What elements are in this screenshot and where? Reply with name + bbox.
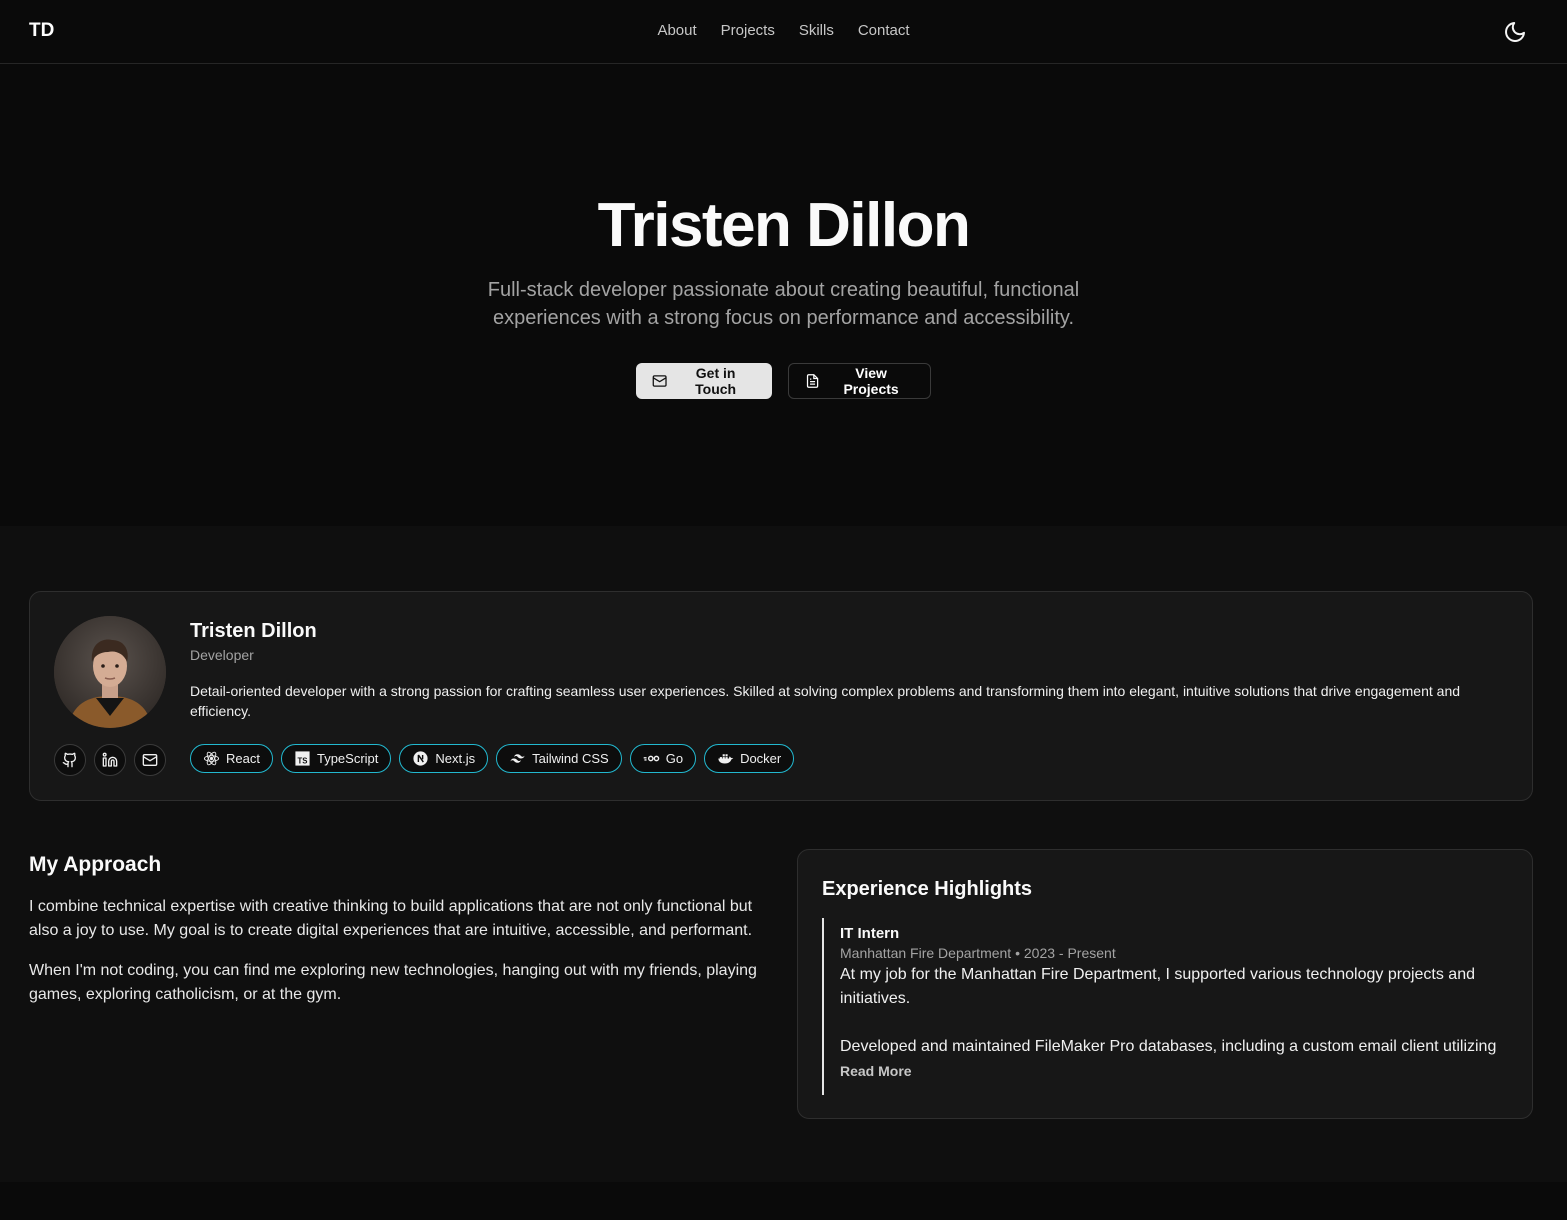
tag-label: Next.js (435, 751, 476, 766)
view-projects-button[interactable]: View Projects (788, 363, 931, 399)
nav-link-about[interactable]: About (657, 22, 696, 39)
skill-tags: React TS TypeScript Next.js Tailwind CSS… (190, 744, 795, 773)
tag-tailwind: Tailwind CSS (496, 744, 622, 773)
linkedin-button[interactable] (94, 744, 126, 776)
tag-label: React (226, 751, 260, 766)
hero-section: Tristen Dillon Full-stack developer pass… (0, 64, 1567, 526)
get-in-touch-button[interactable]: Get in Touch (636, 363, 772, 399)
nav-links: About Projects Skills Contact (0, 22, 1567, 39)
experience-card: Experience Highlights IT Intern Manhatta… (797, 849, 1533, 1119)
nav-link-skills[interactable]: Skills (799, 22, 834, 39)
tailwind-icon (510, 754, 525, 763)
hero-buttons: Get in Touch View Projects (0, 363, 1567, 399)
profile-bio: Detail-oriented developer with a strong … (190, 683, 1461, 719)
get-in-touch-label: Get in Touch (695, 365, 737, 397)
nextjs-icon (413, 751, 428, 766)
experience-desc-line: At my job for the Manhattan Fire Departm… (840, 966, 1475, 1007)
top-navbar: TD About Projects Skills Contact (0, 0, 1567, 64)
avatar (54, 616, 166, 728)
avatar-photo (54, 616, 166, 728)
experience-meta: Manhattan Fire Department • 2023 - Prese… (840, 945, 1116, 961)
theme-toggle-button[interactable] (1503, 20, 1527, 44)
tag-label: Go (665, 751, 684, 766)
nav-link-contact[interactable]: Contact (858, 22, 910, 39)
hero-subtitle: Full-stack developer passionate about cr… (487, 279, 1080, 329)
view-projects-label: View Projects (843, 365, 899, 397)
linkedin-icon (102, 752, 118, 767)
email-button[interactable] (134, 744, 166, 776)
experience-description: At my job for the Manhattan Fire Departm… (840, 963, 1512, 1059)
tag-typescript: TS TypeScript (280, 744, 392, 773)
react-icon (203, 751, 220, 766)
approach-paragraph: I combine technical expertise with creat… (29, 898, 753, 939)
github-icon (62, 752, 77, 768)
svg-text:TS: TS (298, 756, 308, 765)
experience-role: IT Intern (840, 925, 900, 942)
social-links (54, 744, 166, 776)
approach-title: My Approach (29, 853, 162, 876)
docker-icon (718, 754, 734, 764)
experience-item: IT Intern Manhattan Fire Department • 20… (822, 918, 1512, 1095)
file-text-icon (806, 374, 819, 388)
experience-title: Experience Highlights (822, 878, 1033, 900)
tag-go: Go (629, 744, 697, 773)
mail-icon (652, 375, 667, 387)
nav-link-projects[interactable]: Projects (721, 22, 775, 39)
moon-icon (1505, 22, 1525, 42)
go-icon (643, 755, 660, 762)
experience-desc-line: Developed and maintained FileMaker Pro d… (840, 1038, 1497, 1055)
tag-react: React (190, 744, 273, 773)
typescript-icon: TS (295, 751, 310, 766)
tag-label: Docker (740, 751, 782, 766)
tag-docker: Docker (704, 744, 795, 773)
tag-label: Tailwind CSS (532, 751, 609, 766)
tag-label: TypeScript (316, 751, 379, 766)
approach-paragraph: When I'm not coding, you can find me exp… (29, 962, 757, 1003)
tag-nextjs: Next.js (399, 744, 489, 773)
profile-role: Developer (190, 647, 254, 663)
profile-name: Tristen Dillon (190, 620, 317, 642)
hero-title: Tristen Dillon (597, 191, 971, 260)
read-more-button[interactable]: Read More (840, 1063, 1512, 1079)
approach-section: My Approach I combine technical expertis… (29, 853, 774, 1023)
about-section: Tristen Dillon Developer Detail-oriented… (0, 526, 1567, 1182)
mail-icon (142, 754, 158, 766)
github-button[interactable] (54, 744, 86, 776)
profile-card: Tristen Dillon Developer Detail-oriented… (29, 591, 1533, 801)
